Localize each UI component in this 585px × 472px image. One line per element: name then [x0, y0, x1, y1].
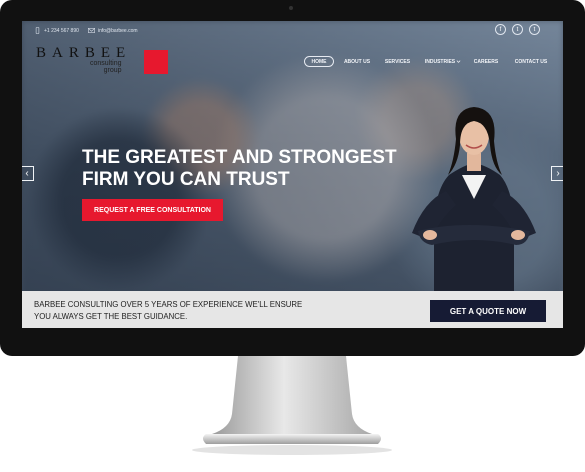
- request-consultation-button[interactable]: REQUEST A FREE CONSULTATION: [82, 199, 223, 221]
- top-bar: +1 234 567 890 info@barbee.com f t t: [22, 21, 563, 39]
- site-logo[interactable]: BARBEE consulting group: [36, 45, 171, 75]
- logo-subtitle-line2: group: [103, 67, 122, 74]
- logo-red-square: [144, 50, 168, 74]
- slider-next-arrow[interactable]: ›: [551, 166, 563, 181]
- nav-careers[interactable]: CAREERS: [472, 56, 500, 67]
- camera-dot: [289, 6, 293, 10]
- facebook-icon[interactable]: f: [495, 24, 506, 35]
- banner-text-line1: BARBEE CONSULTING OVER 5 YEARS OF EXPERI…: [34, 300, 303, 309]
- website-screen: +1 234 567 890 info@barbee.com f t t BAR…: [22, 21, 563, 328]
- logo-subtitle-line1: consulting: [90, 60, 122, 67]
- monitor-frame: +1 234 567 890 info@barbee.com f t t BAR…: [0, 0, 585, 356]
- phone-contact[interactable]: +1 234 567 890: [34, 27, 79, 34]
- nav-services[interactable]: SERVICES: [384, 56, 411, 67]
- nav-home[interactable]: HOME: [304, 56, 334, 67]
- nav-about-us[interactable]: ABOUT US: [342, 56, 372, 67]
- mail-icon: [88, 28, 95, 33]
- cta-banner: BARBEE CONSULTING OVER 5 YEARS OF EXPERI…: [22, 291, 563, 328]
- twitter-icon[interactable]: t: [529, 24, 540, 35]
- nav-industries[interactable]: INDUSTRIES: [424, 56, 462, 67]
- banner-text: BARBEE CONSULTING OVER 5 YEARS OF EXPERI…: [34, 299, 334, 323]
- monitor-stand: [192, 356, 392, 455]
- twitter-icon[interactable]: t: [512, 24, 523, 35]
- hero-headline-line2: FIRM YOU CAN TRUST: [82, 169, 290, 190]
- businesswoman-photo: [412, 107, 536, 291]
- email-contact[interactable]: info@barbee.com: [88, 27, 138, 34]
- nav-contact-us[interactable]: CONTACT US: [514, 56, 548, 67]
- hero-headline-line1: THE GREATEST AND STRONGEST: [82, 147, 397, 168]
- phone-icon: [35, 27, 40, 34]
- get-quote-button[interactable]: GET A QUOTE NOW: [430, 300, 546, 322]
- banner-text-line2: YOU ALWAYS GET THE BEST GUIDANCE.: [34, 312, 188, 321]
- logo-subtitle: consulting group: [90, 60, 122, 74]
- email-address: info@barbee.com: [98, 27, 138, 34]
- nav-industries-label: INDUSTRIES: [424, 58, 456, 65]
- chevron-down-icon: [456, 60, 461, 63]
- phone-number: +1 234 567 890: [44, 27, 79, 34]
- hero-headline: THE GREATEST AND STRONGEST FIRM YOU CAN …: [82, 147, 397, 191]
- slider-prev-arrow[interactable]: ‹: [22, 166, 34, 181]
